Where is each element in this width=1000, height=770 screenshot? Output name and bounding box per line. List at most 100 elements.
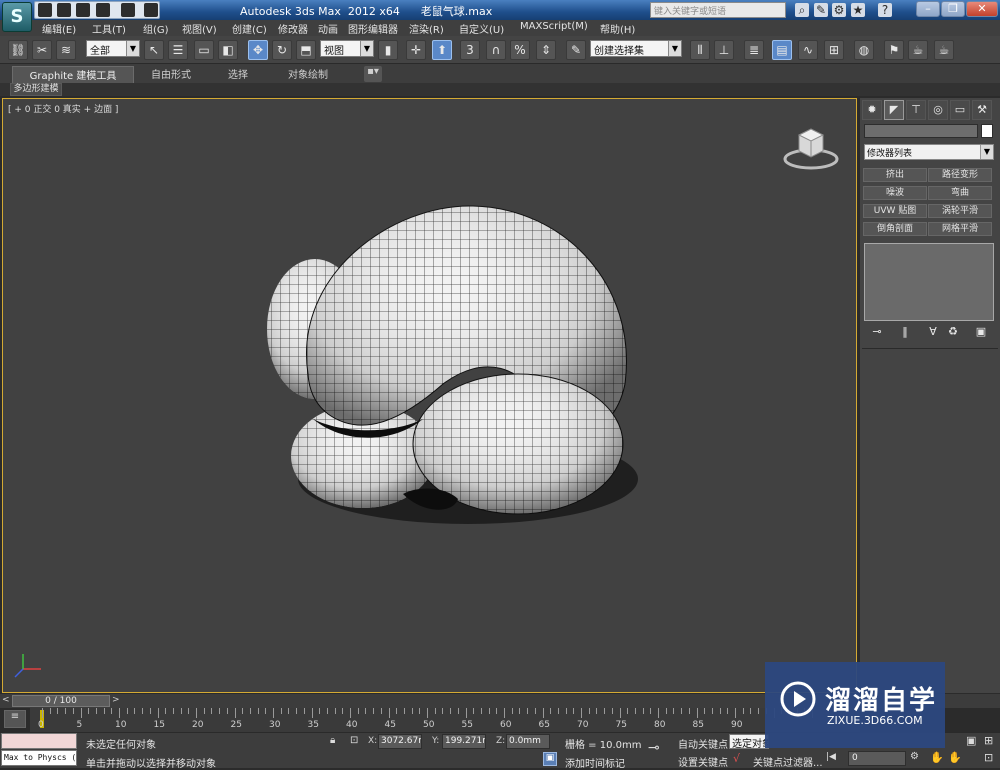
make-unique-icon[interactable]: ∀ <box>924 325 942 339</box>
motion-panel-icon[interactable]: ◎ <box>928 100 948 120</box>
modifier-list-dropdown[interactable]: 修改器列表 ▼ <box>864 144 994 160</box>
object-name-field[interactable] <box>864 124 978 138</box>
restore-button[interactable]: ❐ <box>941 1 965 17</box>
minimize-button[interactable]: – <box>916 1 940 17</box>
curve-editor-icon[interactable]: ∿ <box>798 40 818 60</box>
favorites-icon[interactable]: ★ <box>851 3 865 17</box>
reference-coord-dropdown[interactable]: 视图 ▼ <box>320 40 374 57</box>
pivot-center-icon[interactable]: ▮ <box>378 40 398 60</box>
tab-graphite-modeling[interactable]: Graphite 建模工具 <box>12 66 134 83</box>
path-deform-button[interactable]: 路径变形 <box>928 168 992 182</box>
menu-tools[interactable]: 工具(T) <box>92 21 126 36</box>
utilities-panel-icon[interactable]: ⚒ <box>972 100 992 120</box>
app-menu-button[interactable]: S <box>2 2 32 32</box>
rect-selection-icon[interactable]: ▭ <box>194 40 214 60</box>
ribbon-options-icon[interactable]: ▪▾ <box>364 66 382 82</box>
configure-sets-icon[interactable]: ▣ <box>972 325 990 339</box>
bevel-profile-button[interactable]: 倒角剖面 <box>863 222 927 236</box>
menu-graph-editors[interactable]: 图形编辑器 <box>348 21 398 36</box>
save-file-icon[interactable] <box>76 3 90 17</box>
mirror-icon[interactable]: ⫴ <box>690 40 710 60</box>
lock-selection-icon[interactable]: 🔒︎ <box>330 735 342 747</box>
time-slider-thumb[interactable]: 0 / 100 <box>12 695 110 707</box>
align-icon[interactable]: ⊥ <box>714 40 734 60</box>
edit-named-selection-icon[interactable]: ✎ <box>566 40 586 60</box>
time-config-icon[interactable]: ⚙ <box>910 751 924 765</box>
go-to-start-icon[interactable]: |◀ <box>826 752 844 766</box>
menu-help[interactable]: 帮助(H) <box>600 21 635 36</box>
menu-maxscript[interactable]: MAXScript(M) <box>520 21 588 35</box>
display-panel-icon[interactable]: ▭ <box>950 100 970 120</box>
close-button[interactable]: ✕ <box>966 1 998 17</box>
subscription-icon[interactable]: ✎ <box>814 3 828 17</box>
absolute-mode-icon[interactable]: ⊡ <box>350 735 362 747</box>
perspective-viewport[interactable]: [ + 0 正交 0 真实 + 边面 ] <box>2 98 857 693</box>
percent-snap-icon[interactable]: % <box>510 40 530 60</box>
open-file-icon[interactable] <box>57 3 71 17</box>
show-end-result-icon[interactable]: ‖ <box>896 325 914 339</box>
binoculars-icon[interactable]: ⌕ <box>795 3 809 17</box>
redo-icon[interactable] <box>121 3 135 17</box>
viewport-label[interactable]: [ + 0 正交 0 真实 + 边面 ] <box>8 102 118 115</box>
rendered-frame-icon[interactable]: ☕ <box>908 40 928 60</box>
menu-modifiers[interactable]: 修改器 <box>278 21 308 36</box>
create-panel-icon[interactable]: ✹ <box>862 100 882 120</box>
time-prev-icon[interactable]: < <box>2 695 12 707</box>
menu-group[interactable]: 组(G) <box>143 21 169 36</box>
select-rotate-icon[interactable]: ↻ <box>272 40 292 60</box>
time-tag-icon[interactable]: ▣ <box>543 752 557 766</box>
viewcube-icon[interactable] <box>781 121 841 171</box>
meshsmooth-button[interactable]: 网格平滑 <box>928 222 992 236</box>
communication-icon[interactable]: ⚙ <box>832 3 846 17</box>
material-editor-icon[interactable]: ◍ <box>854 40 874 60</box>
z-coord-field[interactable]: 0.0mm <box>506 734 550 749</box>
tab-selection[interactable]: 选择 <box>228 66 248 82</box>
menu-create[interactable]: 创建(C) <box>232 21 267 36</box>
zoom-extents-icon[interactable]: ▣ <box>966 734 980 748</box>
key-filters-button[interactable]: 关键点过滤器... <box>753 754 823 769</box>
tab-polygon-modeling[interactable]: 多边形建模 <box>10 83 62 96</box>
pan-view-icon[interactable]: ✋ <box>930 751 944 765</box>
render-production-icon[interactable]: ☕ <box>934 40 954 60</box>
pin-stack-icon[interactable]: ⊸ <box>868 325 886 339</box>
menu-animation[interactable]: 动画 <box>318 21 338 36</box>
zoom-all-icon[interactable]: ⊞ <box>984 734 998 748</box>
extrude-button[interactable]: 挤出 <box>863 168 927 182</box>
set-key-button[interactable]: 设置关键点 <box>678 754 728 769</box>
qat-dropdown-icon[interactable] <box>144 3 158 17</box>
noise-button[interactable]: 噪波 <box>863 186 927 200</box>
select-move-icon[interactable]: ✥ <box>248 40 268 60</box>
balloon-mouse-model[interactable] <box>253 194 643 534</box>
layer-manager-icon[interactable]: ≣ <box>744 40 764 60</box>
modifier-stack[interactable] <box>864 243 994 321</box>
link-icon[interactable]: ⛓ <box>8 40 28 60</box>
uvw-map-button[interactable]: UVW 贴图 <box>863 204 927 218</box>
schematic-view-icon[interactable]: ⊞ <box>824 40 844 60</box>
tab-freeform[interactable]: 自由形式 <box>151 66 191 82</box>
window-crossing-icon[interactable]: ◧ <box>218 40 238 60</box>
menu-rendering[interactable]: 渲染(R) <box>409 21 444 36</box>
named-selection-dropdown[interactable]: 创建选择集 ▼ <box>590 40 682 57</box>
render-setup-icon[interactable]: ⚑ <box>884 40 904 60</box>
object-color-swatch[interactable] <box>981 124 993 138</box>
tab-object-paint[interactable]: 对象绘制 <box>288 66 328 82</box>
key-icon[interactable]: ⊸ <box>648 740 670 756</box>
graphite-toggle-icon[interactable]: ▤ <box>772 40 792 60</box>
key-selection-dropdown[interactable]: 选定对象 <box>729 734 769 749</box>
bend-button[interactable]: 弯曲 <box>928 186 992 200</box>
maximize-viewport-icon[interactable]: ⊡ <box>984 751 998 765</box>
x-coord-field[interactable]: 3072.67mm <box>378 734 422 749</box>
modify-panel-icon[interactable]: ◤ <box>884 100 904 120</box>
snaps-toggle-icon[interactable]: 3 <box>460 40 480 60</box>
track-bar[interactable]: 0 5 10 15 20 25 30 35 40 45 50 55 60 65 70 75 80 85 90 <box>30 708 860 732</box>
select-scale-icon[interactable]: ⬒ <box>296 40 316 60</box>
menu-edit[interactable]: 编辑(E) <box>42 21 76 36</box>
turbosmooth-button[interactable]: 涡轮平滑 <box>928 204 992 218</box>
keyboard-shortcut-override-icon[interactable]: ⬆ <box>432 40 452 60</box>
selection-filter-dropdown[interactable]: 全部 ▼ <box>86 40 140 57</box>
maxscript-listener-top[interactable] <box>1 733 77 749</box>
current-frame-field[interactable]: 0 <box>848 751 906 766</box>
remove-modifier-icon[interactable]: ♻ <box>944 325 962 339</box>
auto-key-button[interactable]: 自动关键点 <box>678 736 728 751</box>
menu-customize[interactable]: 自定义(U) <box>459 21 504 36</box>
